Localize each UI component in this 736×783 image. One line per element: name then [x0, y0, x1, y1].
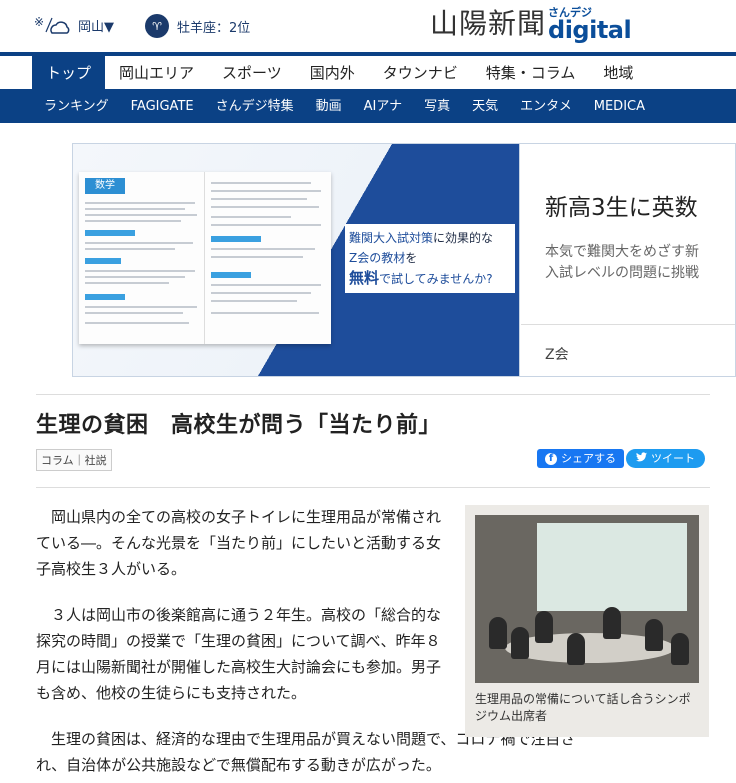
- nav-sports[interactable]: スポーツ: [208, 56, 296, 90]
- site-logo[interactable]: 山陽新聞 さんデジ digital: [430, 6, 632, 44]
- article-category-tags[interactable]: コラム｜社説: [36, 449, 112, 471]
- svg-text:※: ※: [34, 15, 44, 29]
- ad-copy-1b: に効果的な: [433, 231, 494, 245]
- facebook-icon: f: [545, 452, 557, 465]
- nav-region[interactable]: 地域: [589, 56, 647, 90]
- weather-widget[interactable]: ※ 岡山▼: [34, 14, 114, 36]
- article-figure: 生理用品の常備について話し合うシンポジウム出席者: [465, 505, 709, 737]
- ad-text-panel[interactable]: 新高3生に英数 本気で難関大をめざす新 入試レベルの問題に挑戦 Z会: [521, 144, 735, 376]
- article-paragraph: ３人は岡山市の後楽館高に通う２年生。高校の「総合的な探究の時間」の授業で「生理の…: [36, 606, 442, 702]
- logo-digital-word: digital: [548, 16, 632, 44]
- ad-copy-free: 無料: [349, 269, 380, 287]
- nav-ranking[interactable]: ランキング: [32, 90, 119, 123]
- logo-text: 山陽新聞: [430, 7, 547, 40]
- article-title: 生理の貧困 高校生が問う「当たり前」: [36, 413, 442, 438]
- horoscope-text[interactable]: 牡羊座：2位: [177, 17, 250, 36]
- ad-subtext: 本気で難関大をめざす新 入試レベルの問題に挑戦: [545, 242, 699, 284]
- share-label: シェアする: [561, 452, 616, 465]
- book-right-page: [205, 172, 331, 344]
- article-paragraph: 岡山県内の全ての高校の女子トイレに生理用品が常備されている―。そんな光景を「当た…: [36, 508, 442, 578]
- nav-top[interactable]: トップ: [32, 56, 106, 90]
- ad-copy: 難関大入試対策に効果的な Z会の教材を 無料で試してみませんか?: [345, 224, 515, 293]
- nav-townnavi[interactable]: タウンナビ: [369, 56, 472, 90]
- ad-brand[interactable]: Z会: [545, 344, 569, 364]
- textbook-illustration: 数学: [79, 172, 331, 344]
- ad-copy-3: で試してみませんか?: [379, 272, 493, 286]
- nav-features-columns[interactable]: 特集・コラム: [472, 56, 590, 90]
- ad-divider: [521, 324, 735, 325]
- article-photo[interactable]: [475, 515, 699, 683]
- ad-sub-line2: 入試レベルの問題に挑戦: [545, 265, 699, 281]
- ad-copy-2a: Z会の教材: [349, 251, 406, 265]
- primary-nav: トップ 岡山エリア スポーツ 国内外 タウンナビ 特集・コラム 地域: [0, 52, 736, 90]
- nav-weather[interactable]: 天気: [460, 90, 508, 123]
- nav-photo[interactable]: 写真: [412, 90, 460, 123]
- tweet-button[interactable]: ツイート: [626, 449, 705, 468]
- facebook-share-button[interactable]: f シェアする: [537, 449, 624, 468]
- nav-entertainment[interactable]: エンタメ: [508, 90, 582, 123]
- nav-domestic-international[interactable]: 国内外: [296, 56, 369, 90]
- ad-copy-2b: を: [405, 251, 418, 265]
- secondary-nav: ランキング FAGIGATE さんデジ特集 動画 AIアナ 写真 天気 エンタメ…: [0, 90, 736, 123]
- ad-headline[interactable]: 新高3生に英数: [545, 188, 698, 222]
- advertisement[interactable]: 数学 難関大入試対策に効果的な Z会の教材を 無料で試してみませんか? 新高3生…: [72, 143, 736, 377]
- ad-copy-1a: 難関大入試対策: [349, 231, 434, 245]
- divider: [36, 394, 710, 395]
- aries-icon: ♈: [145, 14, 169, 38]
- book-left-page: 数学: [79, 172, 205, 344]
- photo-caption: 生理用品の常備について話し合うシンポジウム出席者: [475, 692, 691, 723]
- sun-cloud-icon: ※: [34, 14, 74, 36]
- nav-ai-anchor[interactable]: AIアナ: [352, 90, 412, 123]
- nav-okayama-area[interactable]: 岡山エリア: [105, 56, 208, 90]
- ad-sub-line1: 本気で難関大をめざす新: [545, 244, 699, 260]
- weather-location[interactable]: 岡山▼: [78, 16, 114, 35]
- projection-screen: [537, 523, 687, 611]
- tweet-label: ツイート: [651, 452, 695, 465]
- book-subject-tag: 数学: [85, 178, 125, 194]
- nav-sandeji-features[interactable]: さんデジ特集: [204, 90, 304, 123]
- article-body: 岡山県内の全ての高校の女子トイレに生理用品が常備されている―。そんな光景を「当た…: [36, 504, 575, 783]
- twitter-bird-icon: [636, 449, 647, 468]
- ad-image[interactable]: 数学 難関大入試対策に効果的な Z会の教材を 無料で試してみませんか?: [73, 144, 520, 376]
- divider: [36, 487, 710, 488]
- horoscope-widget[interactable]: ♈ 牡羊座：2位: [145, 14, 250, 38]
- nav-medica[interactable]: MEDICA: [582, 90, 655, 123]
- nav-fagigate[interactable]: FAGIGATE: [119, 90, 204, 123]
- site-header: ※ 岡山▼ ♈ 牡羊座：2位 山陽新聞 さんデジ digital: [0, 0, 736, 52]
- logo-digital: さんデジ digital: [548, 7, 632, 44]
- nav-video[interactable]: 動画: [304, 90, 352, 123]
